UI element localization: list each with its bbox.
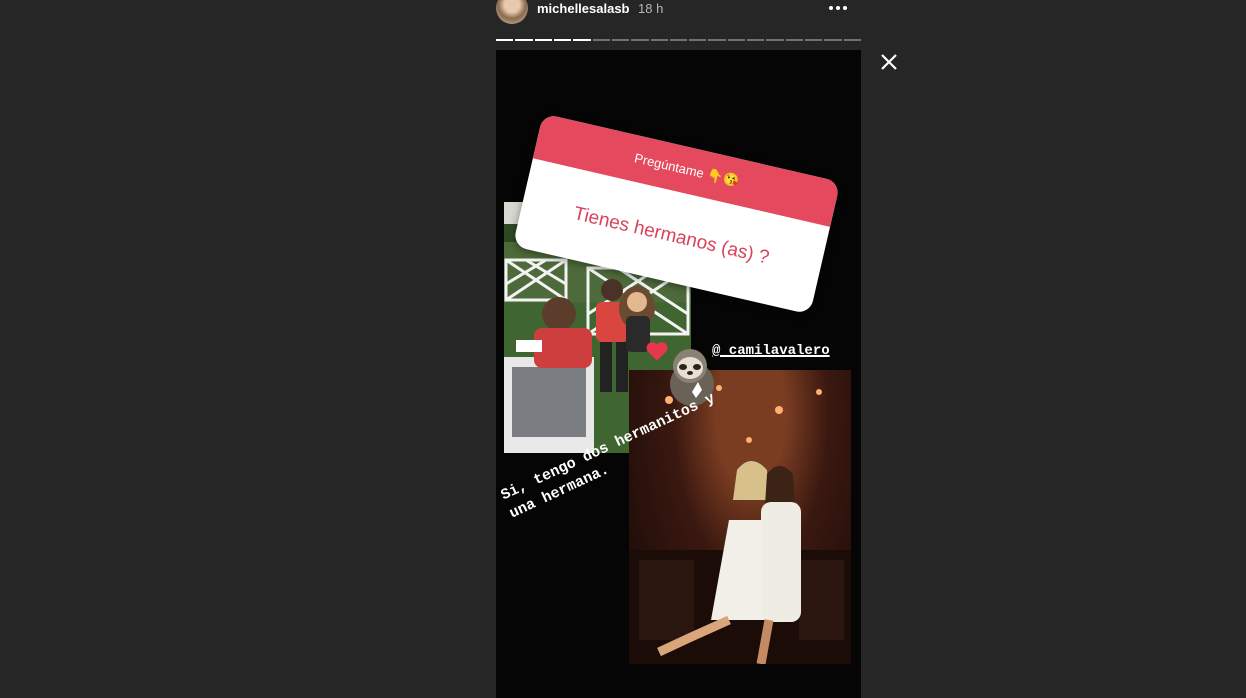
timestamp: 18 h xyxy=(638,1,664,16)
progress-segment xyxy=(515,39,533,41)
more-horizontal-icon[interactable] xyxy=(829,0,853,16)
close-icon[interactable] xyxy=(877,50,901,74)
progress-segment xyxy=(496,39,514,41)
user-mention-link[interactable]: @_camilavalero xyxy=(712,343,830,359)
progress-segment xyxy=(747,39,765,41)
story-progress-bar xyxy=(496,39,861,41)
story-header: michellesalasb 18 h xyxy=(496,0,861,24)
progress-segment xyxy=(631,39,649,41)
progress-segment xyxy=(669,39,688,41)
progress-segment xyxy=(689,39,707,41)
progress-segment xyxy=(805,39,823,41)
progress-segment xyxy=(708,39,726,41)
progress-segment xyxy=(592,39,610,41)
progress-segment xyxy=(785,39,803,41)
progress-segment xyxy=(650,39,668,41)
story-frame[interactable]: Pregúntame 👇😘 Tienes hermanos (as) ? @_c… xyxy=(496,50,861,698)
progress-segment xyxy=(573,39,591,41)
avatar[interactable] xyxy=(496,0,528,24)
progress-segment xyxy=(611,39,630,41)
progress-segment xyxy=(843,39,861,41)
progress-segment xyxy=(727,39,746,41)
progress-segment xyxy=(553,39,572,41)
progress-segment xyxy=(824,39,842,41)
progress-segment xyxy=(534,39,552,41)
progress-segment xyxy=(766,39,784,41)
username-link[interactable]: michellesalasb xyxy=(537,1,630,16)
